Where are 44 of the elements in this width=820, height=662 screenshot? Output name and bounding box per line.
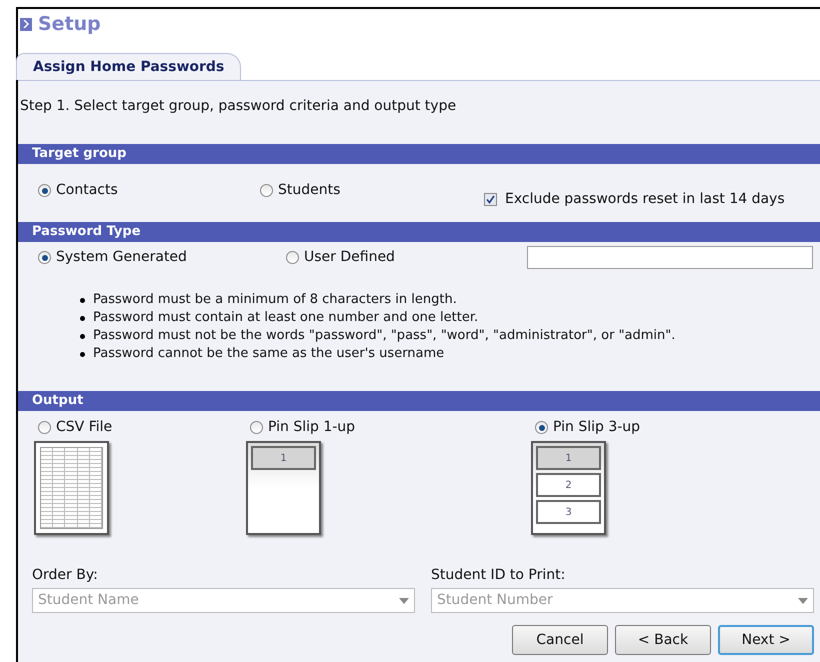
radio-label: Pin Slip 1-up bbox=[268, 418, 356, 437]
radio-button[interactable] bbox=[38, 421, 51, 434]
bullet-icon bbox=[80, 316, 85, 320]
section-header: Output bbox=[18, 391, 820, 411]
radio-button[interactable] bbox=[535, 421, 548, 434]
dialog-button[interactable]: Cancel bbox=[512, 625, 608, 655]
dialog-button[interactable]: < Back bbox=[615, 625, 711, 655]
checkbox[interactable] bbox=[484, 193, 497, 206]
password-rule: Password must not be the words "password", "pass", "word", "administrator", or "admin". bbox=[93, 327, 676, 346]
caret-icon bbox=[798, 598, 808, 604]
radio-button[interactable] bbox=[38, 184, 51, 197]
radio-button[interactable] bbox=[260, 184, 273, 197]
slip-number: 1 bbox=[251, 446, 316, 470]
bullet-icon bbox=[80, 298, 85, 302]
slip-number: 1 bbox=[536, 446, 601, 470]
field-label: Order By: bbox=[32, 566, 99, 585]
radio-label: CSV File bbox=[56, 418, 112, 437]
password-input[interactable] bbox=[527, 246, 813, 269]
slip-number: 2 bbox=[536, 473, 601, 497]
section-header: Password Type bbox=[18, 222, 820, 242]
field-label: Student ID to Print: bbox=[431, 566, 566, 585]
spreadsheet-icon bbox=[34, 441, 109, 535]
radio-label: Contacts bbox=[56, 181, 118, 200]
radio-button[interactable] bbox=[250, 421, 263, 434]
bullet-icon bbox=[80, 352, 85, 356]
radio-label: Students bbox=[278, 181, 340, 200]
radio-label: Pin Slip 3-up bbox=[553, 418, 640, 437]
radio-button[interactable] bbox=[38, 251, 51, 264]
caret-icon bbox=[399, 598, 409, 604]
expand-icon[interactable] bbox=[20, 18, 32, 30]
bullet-icon bbox=[80, 334, 85, 338]
radio-label: User Defined bbox=[304, 248, 395, 267]
checkbox-label: Exclude passwords reset in last 14 days bbox=[505, 190, 785, 209]
password-rule: Password must contain at least one number and one letter. bbox=[93, 309, 478, 328]
slip-number: 3 bbox=[536, 500, 601, 524]
radio-label: System Generated bbox=[56, 248, 187, 267]
page-title: Setup bbox=[38, 12, 101, 37]
section-header: Target group bbox=[18, 144, 820, 164]
tab[interactable]: Assign Home Passwords bbox=[16, 53, 242, 80]
dialog-button[interactable]: Next > bbox=[718, 625, 814, 655]
password-rule: Password cannot be the same as the user's username bbox=[93, 345, 444, 364]
password-rule: Password must be a minimum of 8 characters in length. bbox=[93, 291, 457, 310]
radio-button[interactable] bbox=[286, 251, 299, 264]
step-instruction: Step 1. Select target group, password criteria and output type bbox=[20, 98, 456, 114]
